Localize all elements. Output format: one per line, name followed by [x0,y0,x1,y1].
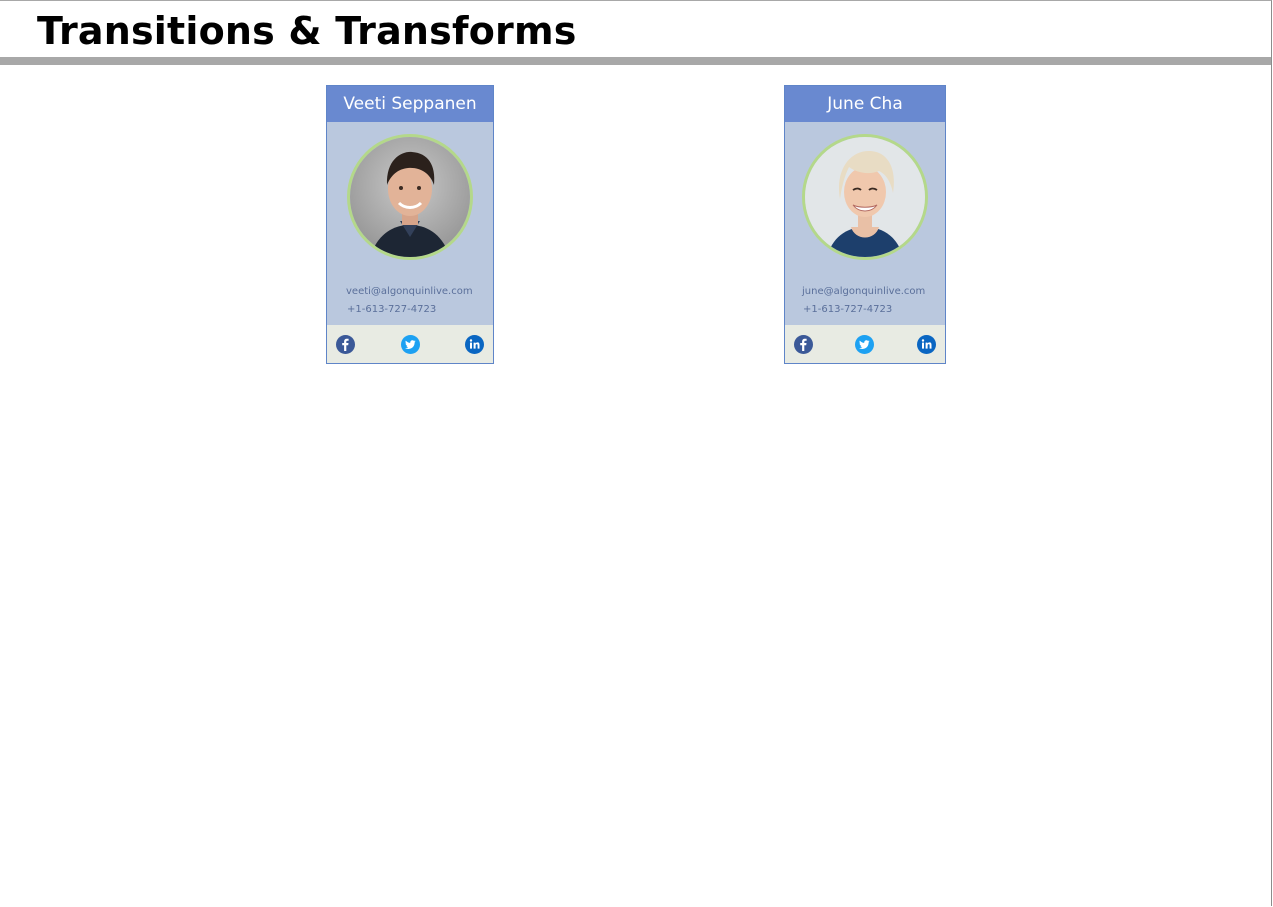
twitter-icon[interactable] [401,335,420,354]
card-name: Veeti Seppanen [327,86,493,122]
phone-text: +1-613-727-4723 [803,304,893,315]
email-text: veeti@algonquinlive.com [346,286,473,297]
twitter-icon[interactable] [855,335,874,354]
profile-card[interactable]: June Cha june@algonquinlive.com +1-613-7… [784,85,946,364]
avatar [347,134,473,260]
facebook-icon[interactable] [794,335,813,354]
linkedin-icon[interactable] [917,335,936,354]
card-footer [327,325,493,363]
linkedin-icon[interactable] [465,335,484,354]
card-footer [785,325,945,363]
phone-text: +1-613-727-4723 [347,304,437,315]
page-header: Transitions & Transforms [0,1,1271,57]
email-text: june@algonquinlive.com [802,286,926,297]
page-frame [0,0,1272,906]
contact-info: veeti@algonquinlive.com +1-613-727-4723 [346,283,473,319]
profile-card[interactable]: Veeti Seppanen veeti@algonquinlive.com +… [326,85,494,364]
header-divider [0,57,1271,65]
contact-info: june@algonquinlive.com +1-613-727-4723 [802,283,925,319]
card-name: June Cha [785,86,945,122]
avatar [802,134,928,260]
facebook-icon[interactable] [336,335,355,354]
page-title: Transitions & Transforms [37,9,577,53]
